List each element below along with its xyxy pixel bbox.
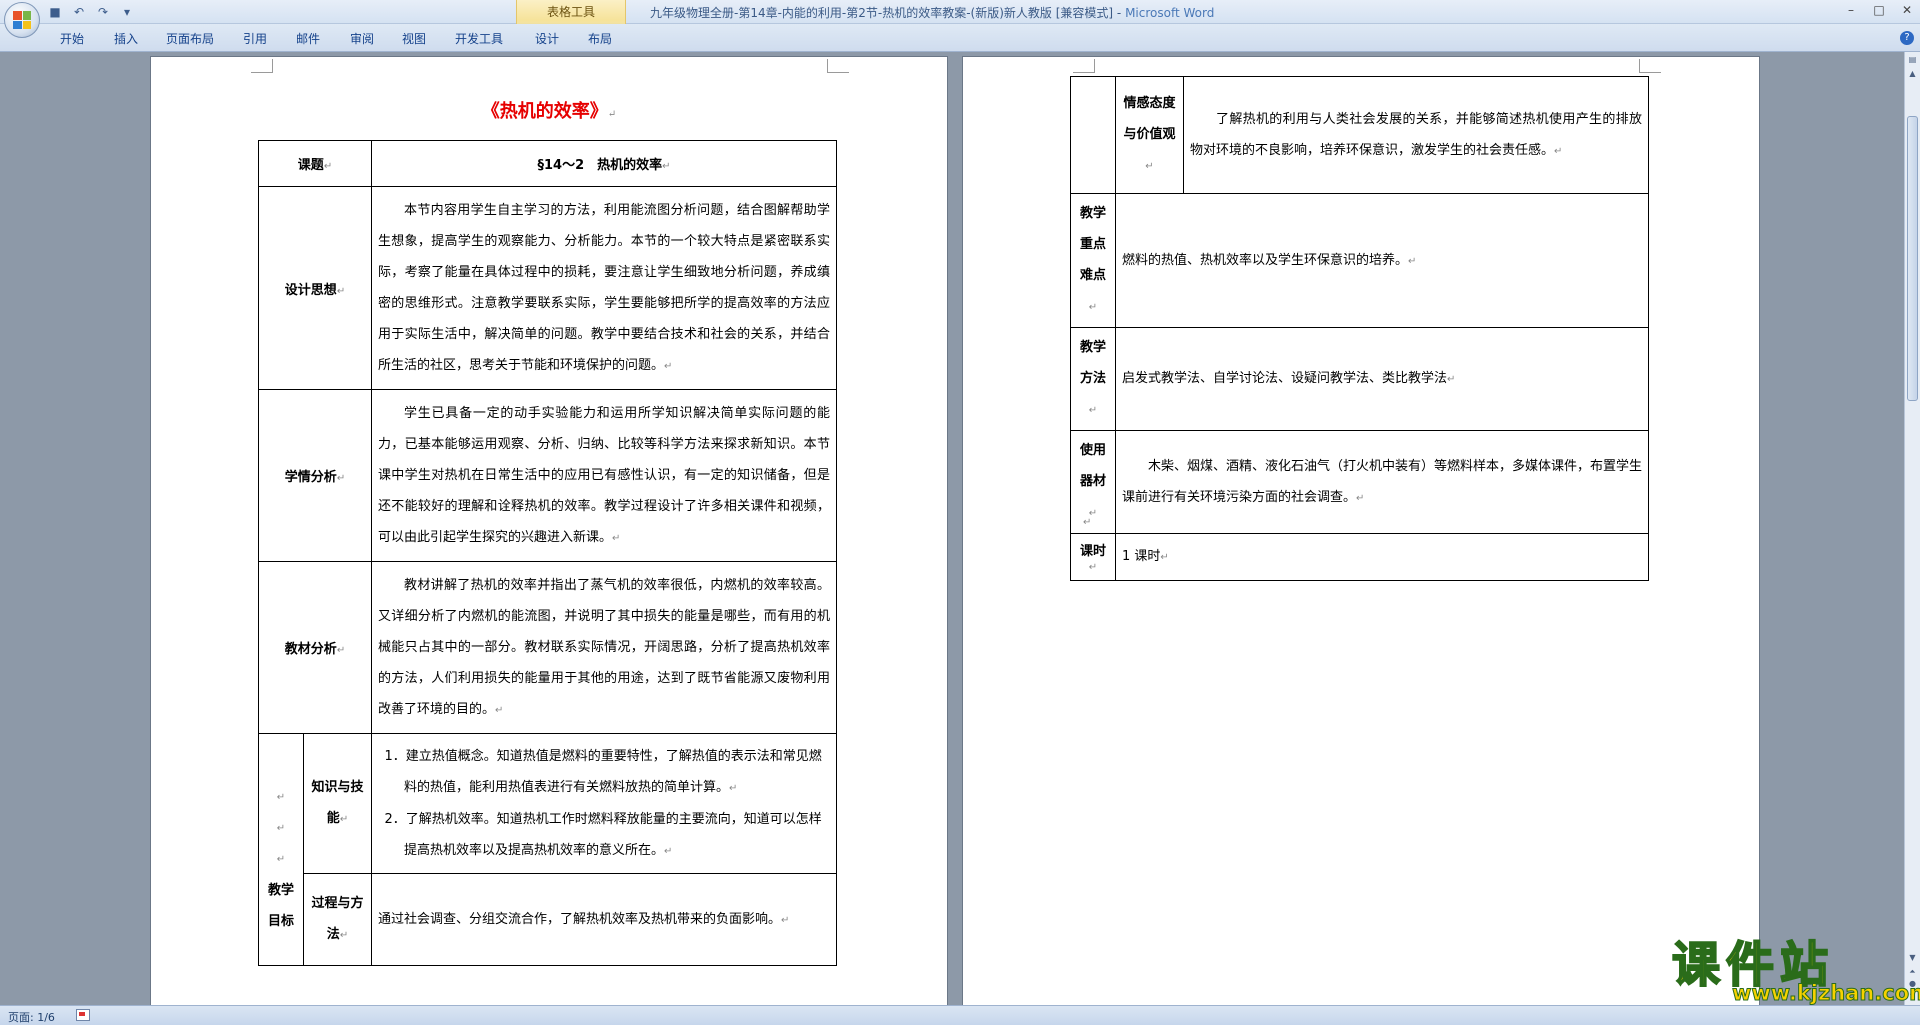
design-text[interactable]: 本节内容用学生自主学习的方法，利用能流图分析问题，结合图解帮助学生想象，提高学生…: [371, 186, 837, 390]
scroll-up-icon[interactable]: ▲: [1907, 68, 1918, 80]
key-points-text[interactable]: 燃料的热值、热机效率以及学生环保意识的培养。↵: [1115, 193, 1649, 328]
method-text[interactable]: 启发式教学法、自学讨论法、设疑问教学法、类比教学法↵: [1115, 327, 1649, 431]
tab-layout[interactable]: 布局: [588, 30, 612, 47]
document-workspace: 《热机的效率》↵ 课题↵ §14～2 热机的效率↵ 设计思想↵ 本节内容用学生自…: [0, 52, 1904, 1005]
tab-developer[interactable]: 开发工具: [455, 30, 503, 47]
watermark-url: www.kjzhan.com: [1731, 981, 1920, 1006]
topic-label[interactable]: 课题↵: [258, 140, 372, 187]
knowledge-item-2: 2．了解热机效率。知道热机工作时燃料释放能量的主要流向，知道可以怎样提高热机效率…: [384, 811, 822, 858]
ruler-toggle-icon[interactable]: ▤: [1907, 54, 1918, 66]
tab-references[interactable]: 引用: [243, 30, 267, 47]
customize-qat-icon[interactable]: ▾: [118, 3, 136, 21]
window-controls: – □ ✕: [1842, 2, 1916, 18]
lesson-plan-table-continued: 情感态度与价值观↵ 了解热机的利用与人类社会发展的关系，并能够简述热机使用产生的…: [1070, 76, 1649, 581]
document-page-2: 情感态度与价值观↵ 了解热机的利用与人类社会发展的关系，并能够简述热机使用产生的…: [962, 56, 1760, 1005]
table-row: 教学方法↵ 启发式教学法、自学讨论法、设疑问教学法、类比教学法↵: [1070, 327, 1649, 431]
equipment-text[interactable]: 木柴、烟煤、酒精、液化石油气（打火机中装有）等燃料样本，多媒体课件，布置学生课前…: [1115, 430, 1649, 534]
document-page-1: 《热机的效率》↵ 课题↵ §14～2 热机的效率↵ 设计思想↵ 本节内容用学生自…: [150, 56, 948, 1005]
table-row: 学情分析↵ 学生已具备一定的动手实验能力和运用所学知识解决简单实际问题的能力，已…: [258, 389, 837, 562]
title-bar: ■ ↶ ↷ ▾ 九年级物理全册-第14章-内能的利用-第2节-热机的效率教案-(…: [0, 0, 1920, 24]
quick-access-toolbar: ■ ↶ ↷ ▾: [46, 3, 136, 21]
table-row: 课时↵ 1 课时↵: [1070, 533, 1649, 581]
document-title: 《热机的效率》↵: [481, 101, 617, 122]
table-row: 教材分析↵ 教材讲解了热机的效率并指出了蒸气机的效率很低，内燃机的效率较高。又详…: [258, 561, 837, 734]
maximize-icon[interactable]: □: [1870, 2, 1888, 18]
student-analysis-label[interactable]: 学情分析↵: [258, 389, 372, 562]
emotion-label[interactable]: 情感态度与价值观↵: [1115, 76, 1184, 194]
table-row: 过程与方法↵ 通过社会调查、分组交流合作，了解热机效率及热机带来的负面影响。↵: [259, 873, 837, 966]
knowledge-label[interactable]: 知识与技能↵: [303, 733, 372, 874]
method-label[interactable]: 教学方法↵: [1070, 327, 1116, 431]
material-analysis-text[interactable]: 教材讲解了热机的效率并指出了蒸气机的效率很低，内燃机的效率较高。又详细分析了内燃…: [371, 561, 837, 734]
table-row: 课题↵ §14～2 热机的效率↵: [258, 140, 837, 187]
scroll-down-icon[interactable]: ▼: [1907, 952, 1918, 964]
office-button[interactable]: [4, 2, 40, 38]
knowledge-item-1: 1．建立热值概念。知道热值是燃料的重要特性，了解热值的表示法和常见燃料的热值，能…: [384, 748, 822, 795]
goal-label[interactable]: ↵ ↵ ↵ 教学目标: [258, 733, 304, 966]
paragraph-mark: ↵: [1083, 517, 1092, 528]
vertical-scrollbar[interactable]: ▤ ▲ ▼ ⏶ ● ⏷: [1904, 52, 1920, 1005]
close-icon[interactable]: ✕: [1898, 2, 1916, 18]
document-name: 九年级物理全册-第14章-内能的利用-第2节-热机的效率教案-(新版)新人教版 …: [650, 6, 1126, 20]
previous-page-icon[interactable]: ⏶: [1907, 966, 1918, 978]
table-row: 情感态度与价值观↵ 了解热机的利用与人类社会发展的关系，并能够简述热机使用产生的…: [1070, 76, 1649, 194]
design-label[interactable]: 设计思想↵: [258, 186, 372, 390]
topic-value[interactable]: §14～2 热机的效率↵: [371, 140, 837, 187]
minimize-icon[interactable]: –: [1842, 2, 1860, 18]
hours-text[interactable]: 1 课时↵: [1115, 533, 1649, 581]
lesson-plan-table: 课题↵ §14～2 热机的效率↵ 设计思想↵ 本节内容用学生自主学习的方法，利用…: [258, 140, 837, 966]
key-points-label[interactable]: 教学重点难点↵: [1070, 193, 1116, 328]
table-row: 教学重点难点↵ 燃料的热值、热机效率以及学生环保意识的培养。↵: [1070, 193, 1649, 328]
window-title: 九年级物理全册-第14章-内能的利用-第2节-热机的效率教案-(新版)新人教版 …: [650, 4, 1214, 21]
tab-page-layout[interactable]: 页面布局: [166, 30, 214, 47]
equipment-label[interactable]: 使用器材↵: [1070, 430, 1116, 534]
site-watermark: 课件站 www.kjzhan.com: [1668, 925, 1920, 1006]
redo-icon[interactable]: ↷: [94, 3, 112, 21]
table-row: 设计思想↵ 本节内容用学生自主学习的方法，利用能流图分析问题，结合图解帮助学生想…: [258, 186, 837, 390]
student-analysis-text[interactable]: 学生已具备一定的动手实验能力和运用所学知识解决简单实际问题的能力，已基本能够运用…: [371, 389, 837, 562]
tab-mailings[interactable]: 邮件: [296, 30, 320, 47]
table-tools-label: 表格工具: [546, 5, 595, 19]
status-bar: 页面: 1/6: [0, 1005, 1920, 1025]
process-label[interactable]: 过程与方法↵: [303, 873, 372, 966]
ribbon: 开始 插入 页面布局 引用 邮件 审阅 视图 开发工具 设计 布局 ?: [0, 24, 1920, 52]
proofing-status-icon[interactable]: [76, 1009, 90, 1021]
hours-label[interactable]: 课时↵: [1070, 533, 1116, 581]
help-icon[interactable]: ?: [1900, 31, 1914, 45]
page-indicator[interactable]: 页面: 1/6: [8, 1009, 55, 1025]
knowledge-items[interactable]: 1．建立热值概念。知道热值是燃料的重要特性，了解热值的表示法和常见燃料的热值，能…: [371, 733, 837, 874]
material-analysis-label[interactable]: 教材分析↵: [258, 561, 372, 734]
table-row: ↵ ↵ ↵ 教学目标 知识与技能↵ 1．建立热值概念。知道热值是燃料的重要特性，了解…: [258, 733, 837, 966]
save-icon[interactable]: ■: [46, 3, 64, 21]
undo-icon[interactable]: ↶: [70, 3, 88, 21]
office-logo-icon: [13, 11, 31, 29]
tab-view[interactable]: 视图: [402, 30, 426, 47]
scrollbar-thumb[interactable]: [1907, 116, 1918, 401]
tab-insert[interactable]: 插入: [114, 30, 138, 47]
tab-home[interactable]: 开始: [60, 30, 84, 47]
tab-design[interactable]: 设计: [535, 30, 559, 47]
emotion-text[interactable]: 了解热机的利用与人类社会发展的关系，并能够简述热机使用产生的排放物对环境的不良影…: [1183, 76, 1649, 194]
tab-review[interactable]: 审阅: [350, 30, 374, 47]
goal-continuation-cell[interactable]: [1070, 76, 1116, 194]
process-text[interactable]: 通过社会调查、分组交流合作，了解热机效率及热机带来的负面影响。↵: [371, 873, 837, 966]
table-row: 使用器材↵ 木柴、烟煤、酒精、液化石油气（打火机中装有）等燃料样本，多媒体课件，…: [1070, 430, 1649, 534]
ribbon-tabs: 开始 插入 页面布局 引用 邮件 审阅 视图 开发工具 设计 布局: [0, 30, 1920, 50]
application-name: Microsoft Word: [1125, 6, 1215, 20]
